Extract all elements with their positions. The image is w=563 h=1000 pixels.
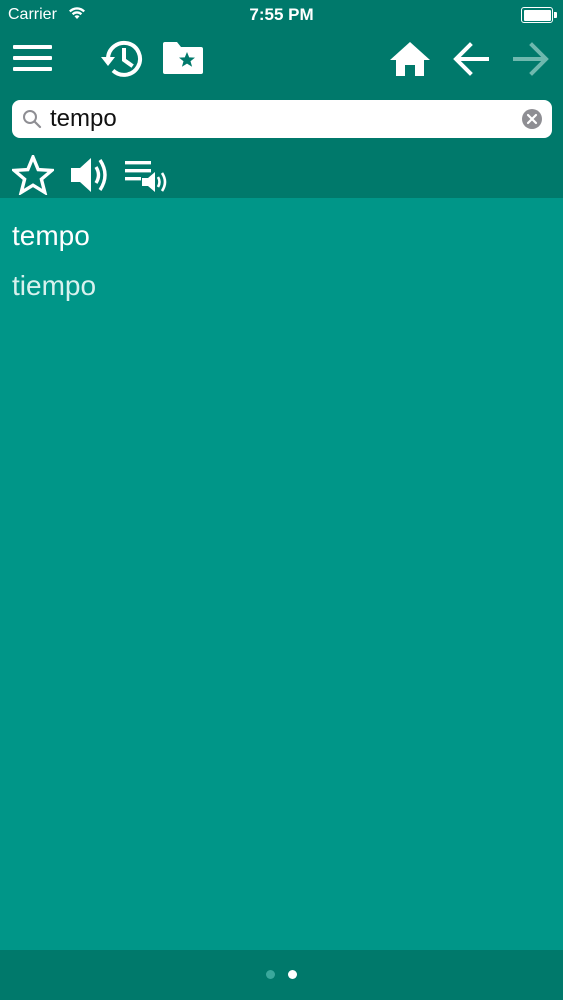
search-box[interactable] bbox=[12, 100, 552, 138]
star-icon[interactable] bbox=[12, 155, 54, 195]
forward-arrow-icon[interactable] bbox=[512, 42, 550, 76]
clear-icon[interactable] bbox=[522, 109, 542, 134]
playlist-audio-icon[interactable] bbox=[124, 158, 170, 194]
page-indicator-dot[interactable] bbox=[266, 970, 275, 979]
favorites-folder-icon[interactable] bbox=[161, 40, 205, 76]
search-icon bbox=[22, 109, 42, 134]
home-icon[interactable] bbox=[388, 40, 432, 78]
history-icon[interactable] bbox=[99, 38, 145, 80]
speaker-icon[interactable] bbox=[69, 155, 113, 195]
status-bar: Carrier 7:55 PM bbox=[0, 0, 563, 30]
top-bar: Carrier 7:55 PM bbox=[0, 0, 563, 198]
menu-icon[interactable] bbox=[12, 40, 53, 76]
back-arrow-icon[interactable] bbox=[452, 42, 490, 76]
bottom-bar bbox=[0, 950, 563, 1000]
search-input[interactable] bbox=[50, 102, 510, 136]
battery-icon bbox=[521, 7, 557, 23]
result-item[interactable]: tiempo bbox=[12, 270, 96, 302]
page-indicator-dot-active[interactable] bbox=[288, 970, 297, 979]
clock: 7:55 PM bbox=[249, 5, 314, 24]
result-item[interactable]: tempo bbox=[12, 220, 90, 252]
